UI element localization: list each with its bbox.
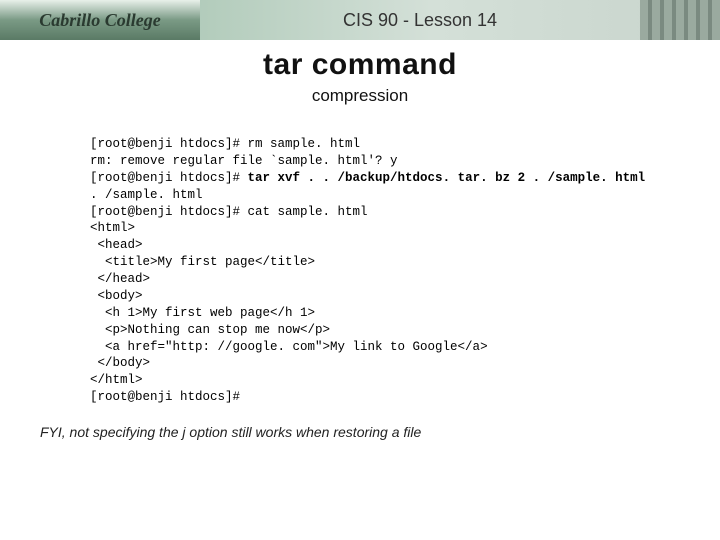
slide-header-bar: Cabrillo College CIS 90 - Lesson 14 [0, 0, 720, 40]
terminal-line: <title>My first page</title> [90, 255, 315, 269]
tar-command-bold: tar xvf . . /backup/htdocs. tar. bz 2 . … [248, 171, 646, 185]
terminal-line: <head> [90, 238, 143, 252]
terminal-line: </html> [90, 373, 143, 387]
page-title: tar command [0, 48, 720, 82]
terminal-output: [root@benji htdocs]# rm sample. html rm:… [90, 136, 720, 406]
terminal-line: <html> [90, 221, 135, 235]
header-photo-decoration [640, 0, 720, 40]
terminal-line: [root@benji htdocs]# rm sample. html [90, 137, 360, 151]
terminal-line: [root@benji htdocs]# cat sample. html [90, 205, 368, 219]
terminal-line: </head> [90, 272, 150, 286]
terminal-line: <a href="http: //google. com">My link to… [90, 340, 488, 354]
footer-note: FYI, not specifying the j option still w… [40, 424, 720, 440]
page-subtitle: compression [0, 86, 720, 106]
terminal-line: [root@benji htdocs]# [90, 171, 248, 185]
logo-text: Cabrillo College [39, 10, 161, 31]
terminal-line: </body> [90, 356, 150, 370]
terminal-line: . /sample. html [90, 188, 203, 202]
course-title: CIS 90 - Lesson 14 [200, 10, 640, 31]
college-logo: Cabrillo College [0, 0, 200, 40]
terminal-line: [root@benji htdocs]# [90, 390, 240, 404]
terminal-line: rm: remove regular file `sample. html'? … [90, 154, 398, 168]
terminal-line: <body> [90, 289, 143, 303]
terminal-line: <p>Nothing can stop me now</p> [90, 323, 330, 337]
terminal-line: <h 1>My first web page</h 1> [90, 306, 315, 320]
